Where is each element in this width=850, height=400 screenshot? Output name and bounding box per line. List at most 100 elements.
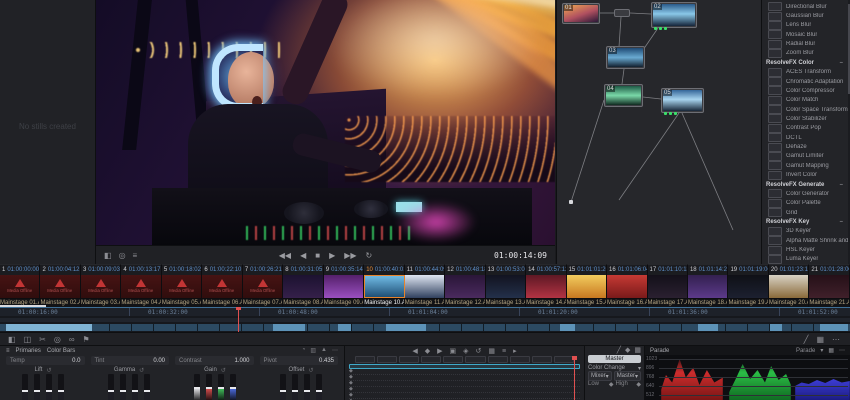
effect-item[interactable]: Dehaze [762,142,848,151]
clip-header[interactable]: 2101:01:28:00 [809,264,849,275]
keyframe-toolbar-icon[interactable]: ▣ [450,347,457,355]
slider-handle[interactable] [218,387,224,389]
primaries-mode[interactable]: Color Bars [47,348,75,354]
effects-group-header[interactable]: ResolveFX Color– [762,58,848,67]
keyframe-toolbar-icon[interactable]: ▶ [437,347,442,355]
settings-icon[interactable]: ╱ [617,346,621,354]
effect-item[interactable]: DCTL [762,133,848,142]
keyframes-playhead[interactable] [574,356,575,400]
clip-thumbnail[interactable] [526,275,566,298]
effect-item[interactable]: Color Stabilizer [762,114,848,123]
step-back-button[interactable]: ◀ [300,251,306,260]
expand-icon[interactable]: ▦ [828,347,834,354]
reset-icon[interactable]: ↺ [221,367,226,374]
clip-header[interactable]: 501:00:18:02 [162,264,202,275]
clip-thumbnail[interactable]: Media Offline [40,275,80,298]
chevron-down-icon[interactable]: ▾ [820,347,823,354]
channel-slider[interactable] [280,374,286,400]
keyframe-segment[interactable] [554,356,574,363]
effect-item[interactable]: Color Compressor [762,86,848,95]
channel-slider[interactable] [22,374,28,400]
channel-slider[interactable] [304,374,310,400]
grid-icon[interactable]: ▦ [816,335,824,344]
corrector-node-02[interactable]: 02 [651,2,697,28]
video-track[interactable] [0,318,850,322]
clip-thumbnail[interactable] [405,275,445,298]
effect-item[interactable]: Chromatic Adaptation [762,77,848,86]
keyframe-segment[interactable] [355,356,375,363]
primaries-param-pivot[interactable]: Pivot0.435 [260,356,339,365]
keyframe-toolbar-icon[interactable]: ▦ [488,347,495,355]
pen-icon[interactable]: ╱ [804,335,809,344]
clip-thumbnail[interactable] [567,275,607,298]
keyframe-segment[interactable] [510,356,530,363]
keyframe-segment[interactable] [488,356,508,363]
clip-header[interactable]: 301:00:09:03 [81,264,121,275]
clip-thumbnail[interactable]: Media Offline [0,275,40,298]
scope-selector[interactable]: Parade [796,348,815,354]
toggle-high[interactable]: High◆ [616,381,642,388]
slider-handle[interactable] [304,390,310,392]
slider-handle[interactable] [120,390,126,392]
loop-button[interactable]: ↻ [366,251,373,260]
clip-thumbnail[interactable] [728,275,768,298]
clip-header[interactable]: 1901:01:19:06 [728,264,768,275]
effect-item[interactable]: Gamut Mapping [762,161,848,170]
corrector-node-05[interactable]: 05 [661,88,704,113]
effect-item[interactable]: Color Match [762,96,848,105]
clip-header[interactable]: 1801:01:14:22 [688,264,728,275]
bars-view-icon[interactable]: ▥ [310,347,316,354]
clip-thumbnail[interactable] [364,275,404,298]
audio-clip-segment[interactable] [273,324,305,331]
clip-thumbnail[interactable]: Media Offline [202,275,242,298]
effect-item[interactable]: Zoom Blur [762,49,848,58]
channel-slider[interactable] [132,374,138,400]
razor-icon[interactable]: ✂ [39,335,46,344]
effects-group-header[interactable]: ResolveFX Generate– [762,180,848,189]
more-icon[interactable]: ⋯ [332,347,338,354]
clip-header[interactable]: 1001:00:40:01 [364,264,404,275]
clip-thumbnail[interactable]: Media Offline [162,275,202,298]
clip-thumbnail[interactable] [688,275,728,298]
timeline-playhead[interactable] [238,307,239,332]
effect-item[interactable]: Grid [762,208,848,217]
clip-header[interactable]: 1701:01:10:13 [648,264,688,275]
slider-handle[interactable] [108,390,114,392]
keyframe-toolbar-icon[interactable]: ≡ [502,348,506,355]
clip-header[interactable]: 801:00:31:05 [283,264,323,275]
audio-clip-segment[interactable] [820,324,848,331]
clip-header[interactable]: 101:00:00:00 [0,264,40,275]
slider-handle[interactable] [34,390,40,392]
effect-item[interactable]: HSL Keyer [762,245,848,254]
channel-slider[interactable] [46,374,52,400]
effect-item[interactable]: Mosaic Blur [762,30,848,39]
clip-header[interactable]: 401:00:13:17 [121,264,161,275]
slider-handle[interactable] [292,390,298,392]
trim-icon[interactable]: ◫ [24,335,32,344]
clip-header[interactable]: 201:00:04:12 [40,264,80,275]
reset-icon[interactable]: ↺ [46,367,51,374]
wheels-view-icon[interactable]: ◔ [302,347,306,354]
effect-item[interactable]: Radial Blur [762,39,848,48]
channel-slider[interactable] [230,374,236,400]
effect-item[interactable]: Directional Blur [762,2,848,11]
effect-item[interactable]: ACES Transform [762,68,848,77]
clip-header[interactable]: 1201:00:48:18 [445,264,485,275]
more-icon[interactable]: ⋯ [832,335,840,344]
clip-header[interactable]: 2001:01:23:15 [769,264,809,275]
clip-header[interactable]: 601:00:22:10 [202,264,242,275]
slider-handle[interactable] [22,390,28,392]
slider-handle[interactable] [206,387,212,389]
primaries-param-contrast[interactable]: Contrast1.000 [175,356,254,365]
slider-handle[interactable] [58,390,64,392]
corrector-node-03[interactable]: 03 [606,46,645,69]
clip-thumbnail[interactable]: Media Offline [121,275,161,298]
clip-thumbnail[interactable] [445,275,485,298]
keyframe-toolbar-icon[interactable]: ◀ [412,347,417,355]
slider-handle[interactable] [194,387,200,389]
clip-thumbnail[interactable] [324,275,364,298]
keyframe-segment[interactable] [421,356,441,363]
clip-thumbnail[interactable] [809,275,849,298]
clip-header[interactable]: 701:00:26:21 [243,264,283,275]
toggle-low[interactable]: Low◆ [588,381,614,388]
